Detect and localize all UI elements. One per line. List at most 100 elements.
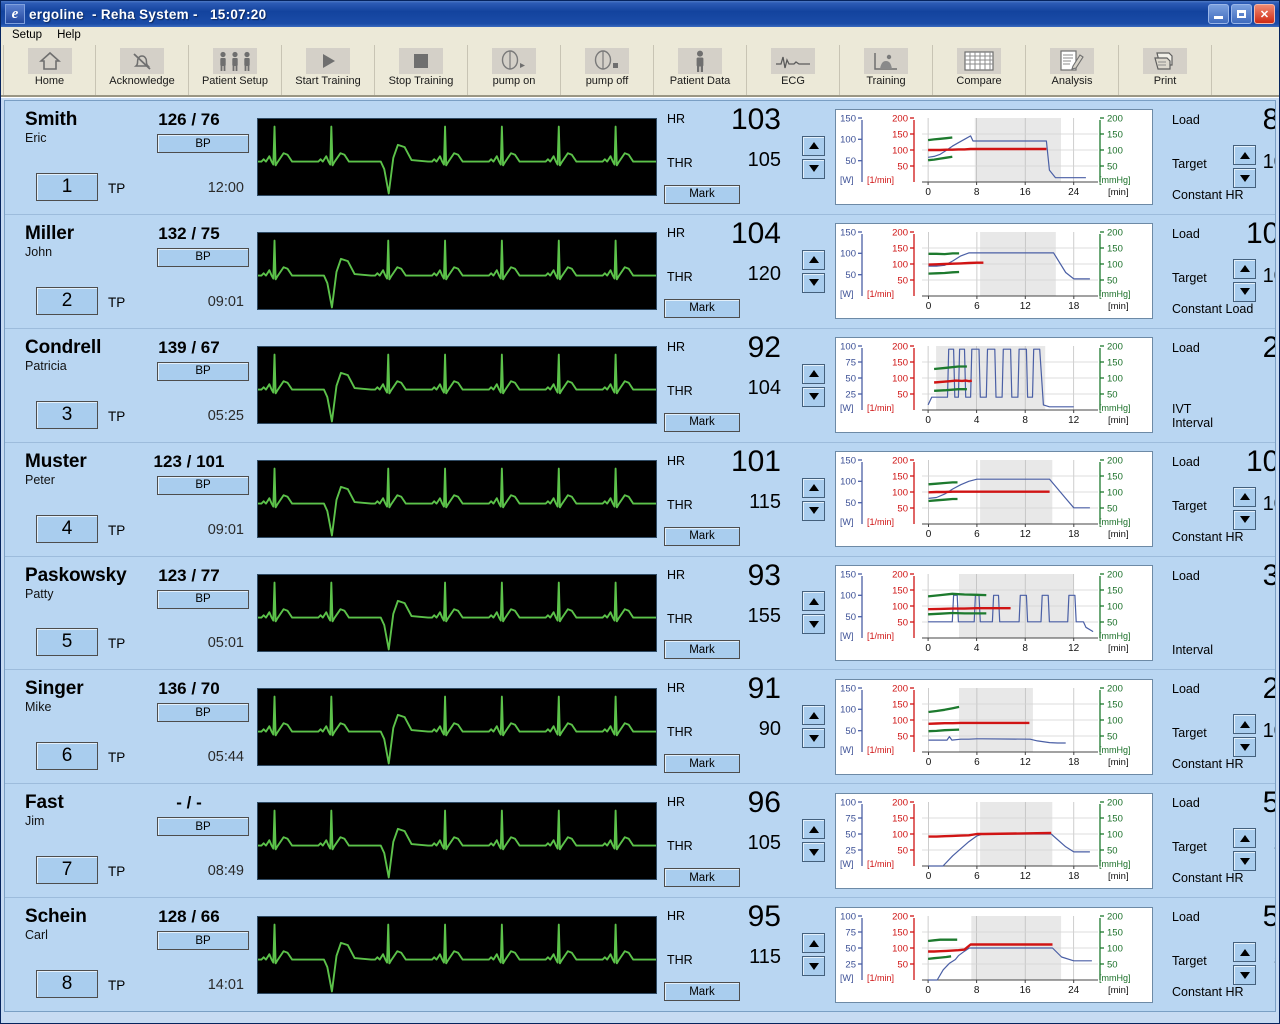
menu-item-help[interactable]: Help: [50, 28, 89, 43]
thr-spinner-up[interactable]: [802, 591, 825, 612]
thr-spinner-up[interactable]: [802, 477, 825, 498]
patient-row[interactable]: Muster Peter 4 TP 123 / 101 BP 09:01 HR 101 THR 11…: [5, 443, 1275, 557]
load-spinner-up[interactable]: [1233, 714, 1256, 735]
training-place-button[interactable]: 4: [36, 514, 98, 543]
training-trend-chart[interactable]: 100 75 50 25 [W] 200 150 100 50 [1/min] 200 150 100 5…: [835, 906, 1153, 1003]
thr-spinner-up[interactable]: [802, 933, 825, 954]
load-spinner-down[interactable]: [1233, 737, 1256, 758]
load-spinner-up[interactable]: [1233, 828, 1256, 849]
training-place-button[interactable]: 2: [36, 286, 98, 315]
mark-button[interactable]: Mark: [664, 982, 740, 1001]
patient-row[interactable]: Fast Jim 7 TP - / - BP 08:49 HR 96 THR 105 Mark 100 7…: [5, 784, 1275, 899]
thr-spinner-down[interactable]: [802, 272, 825, 293]
thr-spinner-down[interactable]: [802, 728, 825, 749]
training-trend-chart[interactable]: 150 100 50 [W] 200 150 100 50 [1/min] 200 150 100 50…: [835, 678, 1153, 775]
thr-spinner[interactable]: [802, 591, 830, 635]
training-place-button[interactable]: 6: [36, 742, 98, 771]
toolbar-button-home[interactable]: Home: [3, 45, 96, 95]
close-button[interactable]: ✕: [1254, 4, 1275, 24]
mark-button[interactable]: Mark: [664, 640, 740, 660]
toolbar-button-start-training[interactable]: Start Training: [282, 45, 375, 95]
thr-spinner-up[interactable]: [802, 705, 825, 726]
toolbar-button-analysis[interactable]: Analysis: [1026, 45, 1119, 95]
mark-button[interactable]: Mark: [664, 184, 740, 204]
load-spinner-up[interactable]: [1233, 486, 1256, 507]
thr-spinner[interactable]: [802, 477, 830, 521]
ecg-waveform-display[interactable]: [257, 118, 657, 197]
maximize-button[interactable]: [1231, 4, 1252, 24]
training-trend-chart[interactable]: 150 100 50 [W] 200 150 100 50 [1/min] 200 150 100 50…: [835, 109, 1153, 206]
patient-row[interactable]: Paskowsky Patty 5 TP 123 / 77 BP 05:01 HR 93 THR 1…: [5, 557, 1275, 671]
bp-measure-button[interactable]: BP: [157, 134, 249, 153]
thr-spinner[interactable]: [802, 363, 830, 407]
load-spinner-down[interactable]: [1233, 168, 1256, 188]
toolbar-button-stop-training[interactable]: Stop Training: [375, 45, 468, 95]
load-spinner-down[interactable]: [1233, 965, 1256, 986]
training-place-button[interactable]: 7: [36, 856, 98, 885]
bp-measure-button[interactable]: BP: [157, 703, 249, 723]
patient-row[interactable]: Condrell Patricia 3 TP 139 / 67 BP 05:25 HR 92 TH…: [5, 329, 1275, 443]
bp-measure-button[interactable]: BP: [157, 817, 249, 837]
thr-spinner-up[interactable]: [802, 135, 825, 156]
bp-measure-button[interactable]: BP: [157, 361, 249, 381]
load-spinner[interactable]: [1233, 828, 1261, 872]
thr-spinner[interactable]: [802, 249, 830, 293]
ecg-waveform-display[interactable]: [257, 801, 657, 880]
ecg-waveform-display[interactable]: [257, 346, 657, 425]
thr-spinner-down[interactable]: [802, 614, 825, 635]
load-spinner-down[interactable]: [1233, 509, 1256, 530]
training-place-button[interactable]: 8: [36, 970, 98, 998]
training-place-button[interactable]: 3: [36, 400, 98, 429]
toolbar-button-acknowledge[interactable]: Acknowledge: [96, 45, 189, 95]
load-spinner[interactable]: [1233, 714, 1261, 758]
toolbar-button-print[interactable]: Print: [1119, 45, 1212, 95]
bp-measure-button[interactable]: BP: [157, 247, 249, 267]
patient-row[interactable]: Smith Eric 1 TP 126 / 76 BP 12:00 HR 103 THR 105 Ma…: [5, 101, 1275, 215]
training-trend-chart[interactable]: 150 100 50 [W] 200 150 100 50 [1/min] 200 150 100 50…: [835, 451, 1153, 548]
patient-row[interactable]: Miller John 2 TP 132 / 75 BP 09:01 HR 104 THR 120 M…: [5, 215, 1275, 329]
ecg-waveform-display[interactable]: [257, 915, 657, 994]
load-spinner-up[interactable]: [1233, 145, 1256, 165]
load-spinner[interactable]: [1233, 942, 1261, 986]
training-trend-chart[interactable]: 100 75 50 25 [W] 200 150 100 50 [1/min] 200 150 100 5…: [835, 337, 1153, 434]
ecg-waveform-display[interactable]: [257, 232, 657, 311]
thr-spinner-down[interactable]: [802, 158, 825, 179]
patient-row[interactable]: Schein Carl 8 TP 128 / 66 BP 14:01 HR 95 THR 115 Ma…: [5, 898, 1275, 1011]
thr-spinner[interactable]: [802, 933, 830, 977]
training-place-button[interactable]: 5: [36, 628, 98, 657]
patient-row[interactable]: Singer Mike 6 TP 136 / 70 BP 05:44 HR 91 THR 90 Mar…: [5, 670, 1275, 785]
mark-button[interactable]: Mark: [664, 754, 740, 774]
thr-spinner[interactable]: [802, 135, 830, 179]
load-spinner-down[interactable]: [1233, 851, 1256, 872]
minimize-button[interactable]: [1208, 4, 1229, 24]
toolbar-button-training[interactable]: Training: [840, 45, 933, 95]
thr-spinner[interactable]: [802, 705, 830, 749]
load-spinner[interactable]: [1233, 258, 1261, 302]
toolbar-button-patient-setup[interactable]: Patient Setup: [189, 45, 282, 95]
thr-spinner-down[interactable]: [802, 842, 825, 863]
load-spinner-up[interactable]: [1233, 942, 1256, 963]
mark-button[interactable]: Mark: [664, 412, 740, 432]
ecg-waveform-display[interactable]: [257, 460, 657, 539]
thr-spinner-up[interactable]: [802, 363, 825, 384]
toolbar-button-pump-on[interactable]: pump on: [468, 45, 561, 95]
load-spinner-up[interactable]: [1233, 258, 1256, 279]
mark-button[interactable]: Mark: [664, 868, 740, 888]
thr-spinner-down[interactable]: [802, 386, 825, 407]
thr-spinner-up[interactable]: [802, 819, 825, 840]
training-trend-chart[interactable]: 150 100 50 [W] 200 150 100 50 [1/min] 200 150 100 50…: [835, 223, 1153, 320]
load-spinner[interactable]: [1233, 486, 1261, 530]
bp-measure-button[interactable]: BP: [157, 589, 249, 609]
training-place-button[interactable]: 1: [36, 172, 98, 201]
mark-button[interactable]: Mark: [664, 298, 740, 318]
thr-spinner-down[interactable]: [802, 500, 825, 521]
toolbar-button-pump-off[interactable]: pump off: [561, 45, 654, 95]
thr-spinner-up[interactable]: [802, 249, 825, 270]
load-spinner[interactable]: [1233, 145, 1261, 188]
bp-measure-button[interactable]: BP: [157, 931, 249, 951]
mark-button[interactable]: Mark: [664, 526, 740, 546]
thr-spinner[interactable]: [802, 819, 830, 863]
ecg-waveform-display[interactable]: [257, 573, 657, 652]
toolbar-button-compare[interactable]: Compare: [933, 45, 1026, 95]
load-spinner-down[interactable]: [1233, 281, 1256, 302]
